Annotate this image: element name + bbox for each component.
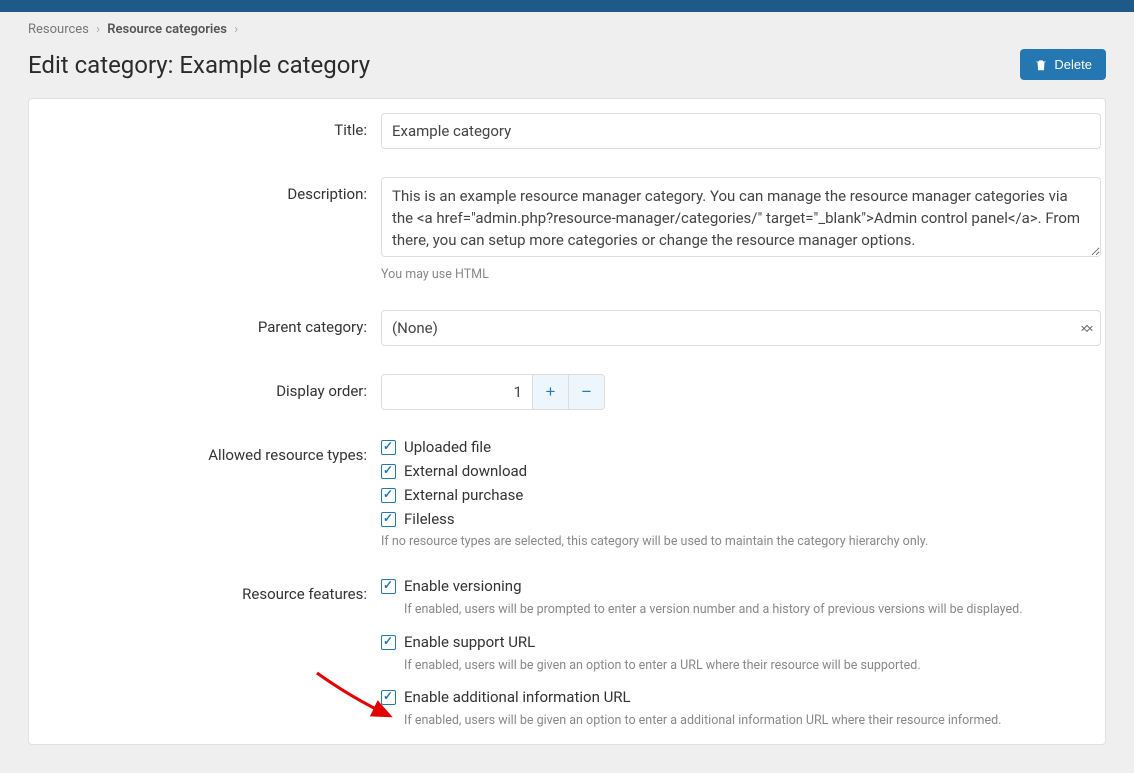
breadcrumb-root[interactable]: Resources: [28, 22, 89, 37]
allowed-type-checkbox[interactable]: [381, 464, 396, 479]
parent-category-select[interactable]: (None): [381, 310, 1101, 346]
feature-description: If enabled, users will be given an optio…: [404, 657, 1101, 675]
stepper-plus-button[interactable]: +: [532, 375, 568, 409]
allowed-types-hint: If no resource types are selected, this …: [381, 534, 1101, 549]
top-bar: [0, 0, 1134, 12]
allowed-type-label[interactable]: Fileless: [404, 510, 455, 528]
display-order-stepper: + −: [381, 374, 605, 410]
feature-description: If enabled, users will be given an optio…: [404, 712, 1101, 730]
parent-category-label: Parent category:: [29, 310, 381, 336]
feature-label[interactable]: Enable versioning: [404, 577, 522, 595]
feature-label[interactable]: Enable support URL: [404, 633, 535, 651]
description-label: Description:: [29, 177, 381, 203]
description-hint: You may use HTML: [381, 267, 1101, 282]
allowed-type-checkbox[interactable]: [381, 488, 396, 503]
breadcrumb: Resources › Resource categories ›: [0, 12, 1134, 43]
allowed-type-checkbox[interactable]: [381, 440, 396, 455]
feature-checkbox[interactable]: [381, 635, 396, 650]
feature-description: If enabled, users will be prompted to en…: [404, 601, 1101, 619]
title-label: Title:: [29, 113, 381, 139]
display-order-input[interactable]: [382, 375, 532, 409]
stepper-minus-button[interactable]: −: [568, 375, 604, 409]
page-title: Edit category: Example category: [28, 51, 370, 79]
display-order-label: Display order:: [29, 374, 381, 400]
features-label: Resource features:: [29, 577, 381, 603]
plus-icon: +: [546, 382, 556, 401]
chevron-right-icon: ›: [96, 22, 100, 37]
allowed-types-label: Allowed resource types:: [29, 438, 381, 464]
allowed-type-label[interactable]: External purchase: [404, 486, 523, 504]
feature-checkbox[interactable]: [381, 579, 396, 594]
chevron-right-icon: ›: [234, 22, 238, 37]
description-textarea[interactable]: This is an example resource manager cate…: [381, 177, 1101, 257]
form-panel: Title: Description: This is an example r…: [28, 98, 1106, 745]
breadcrumb-current[interactable]: Resource categories: [107, 22, 227, 37]
feature-label[interactable]: Enable additional information URL: [404, 688, 631, 706]
delete-button-label: Delete: [1054, 57, 1092, 72]
trash-icon: [1034, 58, 1048, 72]
allowed-type-label[interactable]: External download: [404, 462, 527, 480]
allowed-type-checkbox[interactable]: [381, 512, 396, 527]
annotation-arrow: [312, 668, 402, 728]
title-input[interactable]: [381, 113, 1101, 149]
delete-button[interactable]: Delete: [1020, 49, 1106, 80]
minus-icon: −: [582, 382, 592, 401]
allowed-type-label[interactable]: Uploaded file: [404, 438, 491, 456]
